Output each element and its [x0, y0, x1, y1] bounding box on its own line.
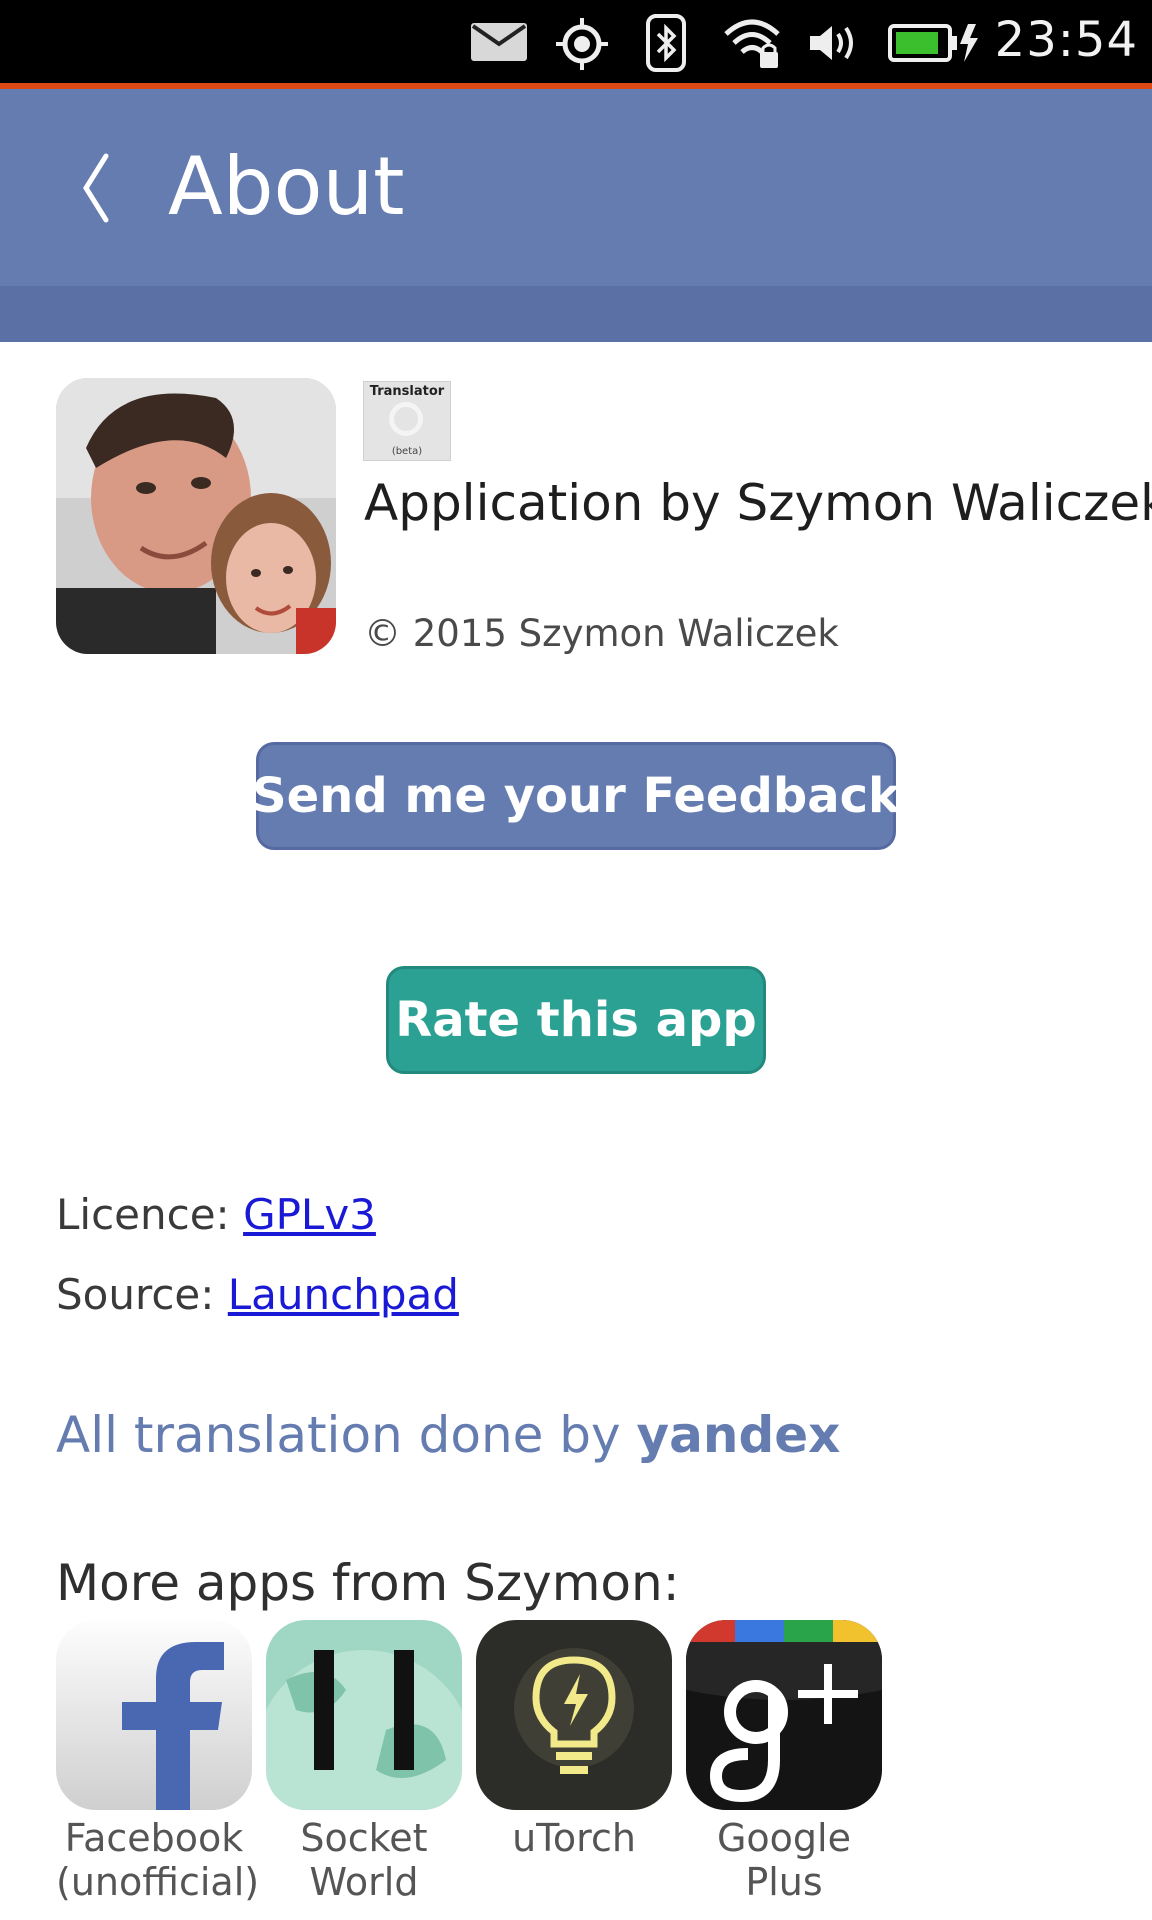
translation-provider: yandex [636, 1406, 841, 1464]
rate-app-button[interactable]: Rate this app [386, 966, 766, 1074]
battery-charging-icon [888, 24, 978, 62]
copyright-text: © 2015 Szymon Waliczek [364, 612, 839, 655]
licence-line: Licence: GPLv3 [56, 1190, 376, 1239]
licence-link[interactable]: GPLv3 [243, 1190, 376, 1239]
app-label-line2: (unofficial) [56, 1860, 260, 1904]
mail-icon [471, 23, 527, 61]
wifi-locked-icon [724, 19, 780, 68]
author-avatar [56, 378, 336, 654]
clock: 23:54 [994, 12, 1138, 68]
licence-label: Licence: [56, 1190, 244, 1239]
app-label-line1: Google [716, 1816, 851, 1860]
socket-world-icon [266, 1620, 462, 1810]
send-feedback-button[interactable]: Send me your Feedback [252, 742, 900, 850]
app-thumb-title: Translator [369, 384, 445, 399]
app-tile-utorch[interactable]: uTorch [476, 1620, 672, 1860]
header-divider [0, 286, 1152, 342]
source-link[interactable]: Launchpad [228, 1270, 459, 1319]
app-label-line2: Plus [745, 1860, 823, 1904]
more-apps-title: More apps from Szymon: [56, 1554, 680, 1612]
translation-credit: All translation done by yandex [56, 1406, 840, 1464]
utorch-icon [476, 1620, 672, 1810]
app-label-line1: uTorch [512, 1816, 636, 1860]
app-label-line1: Socket [300, 1816, 428, 1860]
status-bar: 23:54 [0, 0, 1152, 89]
app-thumb-subtitle: (beta) [391, 446, 423, 457]
source-line: Source: Launchpad [56, 1270, 459, 1319]
app-label-line1: Facebook [64, 1816, 244, 1860]
app-tile-google-plus[interactable]: Google Plus [686, 1620, 882, 1904]
volume-icon [810, 26, 853, 60]
page-title: About [168, 140, 405, 233]
translation-prefix: All translation done by [56, 1406, 637, 1464]
ubuntu-logo-icon [389, 402, 423, 436]
application-by-text: Application by Szymon Waliczek [364, 474, 1152, 532]
app-logo-thumbnail: Translator (beta) [363, 381, 451, 461]
app-tile-socket-world[interactable]: Socket World [266, 1620, 462, 1904]
bluetooth-icon [646, 14, 686, 72]
back-button[interactable] [76, 148, 116, 228]
source-label: Source: [56, 1270, 228, 1319]
chevron-left-icon [83, 153, 109, 223]
location-icon [556, 18, 608, 70]
app-tile-facebook[interactable]: Facebook (unofficial) [56, 1620, 260, 1904]
app-label-line2: World [309, 1860, 419, 1904]
google-plus-icon [686, 1620, 882, 1810]
facebook-icon [56, 1620, 252, 1810]
